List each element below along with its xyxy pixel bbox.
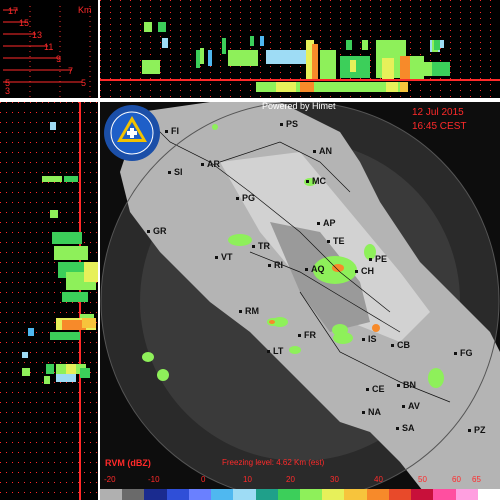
colorbar-tick: 20 — [286, 475, 295, 484]
colorbar-swatch — [233, 489, 256, 500]
city-label: MC — [306, 176, 326, 186]
date-label: 12 Jul 2015 — [412, 107, 464, 118]
altitude-axis-panel: Km 17 15 13 11 9 7 5 5 3 — [0, 0, 98, 98]
city-label: FG — [454, 348, 473, 358]
radar-map — [100, 102, 500, 500]
colorbar-swatch — [344, 489, 367, 500]
colorbar-tick: -20 — [104, 475, 116, 484]
colorbar-swatch — [277, 489, 300, 500]
colorbar-tick: -10 — [148, 475, 160, 484]
city-label: PS — [279, 119, 299, 129]
colorbar-tick: 40 — [374, 475, 383, 484]
city-label: AV — [402, 401, 420, 411]
altitude-tick: 15 — [19, 18, 30, 28]
city-label: FI — [165, 126, 179, 136]
colorbar-swatch — [211, 489, 234, 500]
city-label: TR — [252, 241, 270, 251]
colorbar-tick: 50 — [418, 475, 427, 484]
product-label: RVM (dBZ) — [105, 458, 151, 468]
colorbar-tick: 10 — [243, 475, 252, 484]
city-label: LT — [266, 346, 284, 356]
altitude-tick: 13 — [32, 30, 43, 40]
city-label: SA — [396, 423, 415, 433]
city-label: SI — [168, 167, 183, 177]
civil-protection-logo-icon — [104, 105, 160, 161]
colorbar-swatch — [122, 489, 145, 500]
colorbar-swatch — [166, 489, 189, 500]
ew-vertical-section — [100, 0, 500, 98]
altitude-tick: 17 — [8, 6, 19, 16]
colorbar-tick: 65 — [472, 475, 481, 484]
colorbar-swatch — [255, 489, 278, 500]
city-label: RM — [239, 306, 259, 316]
colorbar-swatch — [188, 489, 212, 500]
colorbar-tick: 30 — [330, 475, 339, 484]
altitude-tick: 3 — [5, 86, 11, 96]
radar-display: Km 17 15 13 11 9 7 5 5 3 PS FI AN SI AR … — [0, 0, 500, 500]
city-label: IS — [362, 334, 377, 344]
reflectivity-colorbar — [100, 489, 500, 500]
colorbar-swatch — [366, 489, 389, 500]
city-label: VT — [215, 252, 233, 262]
city-label: PZ — [468, 425, 486, 435]
freezing-level-label: Freezing level: 4.62 Km (est) — [222, 458, 325, 467]
ns-section-plot — [0, 102, 98, 500]
colorbar-tick: 0 — [201, 475, 206, 484]
altitude-unit: Km — [78, 5, 92, 15]
colorbar-swatch — [433, 489, 456, 500]
city-label: AP — [317, 218, 336, 228]
colorbar-tick: 60 — [452, 475, 461, 484]
city-label: AN — [313, 146, 332, 156]
city-label: GR — [147, 226, 167, 236]
colorbar-swatch — [299, 489, 323, 500]
ns-vertical-section — [0, 102, 98, 500]
city-label: RI — [268, 260, 283, 270]
city-label: AR — [201, 159, 220, 169]
altitude-tick: 7 — [68, 66, 74, 76]
city-label: BN — [397, 380, 416, 390]
powered-by-label: Powered by Himet — [262, 101, 336, 111]
time-label: 16:45 CEST — [412, 121, 467, 132]
ew-section-plot — [100, 0, 500, 98]
city-label: AQ — [305, 264, 325, 274]
colorbar-swatch — [388, 489, 412, 500]
city-label: TE — [327, 236, 345, 246]
city-label: CH — [355, 266, 374, 276]
city-label: PG — [235, 193, 256, 203]
altitude-tick: 5 — [81, 78, 87, 88]
city-label: PE — [368, 254, 388, 264]
city-label: FR — [298, 330, 316, 340]
colorbar-swatch — [100, 489, 123, 500]
city-label: CE — [366, 384, 385, 394]
colorbar-swatch — [144, 489, 167, 500]
altitude-tick: 11 — [44, 42, 54, 52]
colorbar-swatch — [411, 489, 434, 500]
altitude-tick: 9 — [56, 54, 62, 64]
colorbar-swatch — [322, 489, 345, 500]
city-label: NA — [362, 407, 381, 417]
city-label: CB — [391, 340, 410, 350]
colorbar-swatch — [455, 489, 478, 500]
colorbar-swatch — [477, 489, 500, 500]
